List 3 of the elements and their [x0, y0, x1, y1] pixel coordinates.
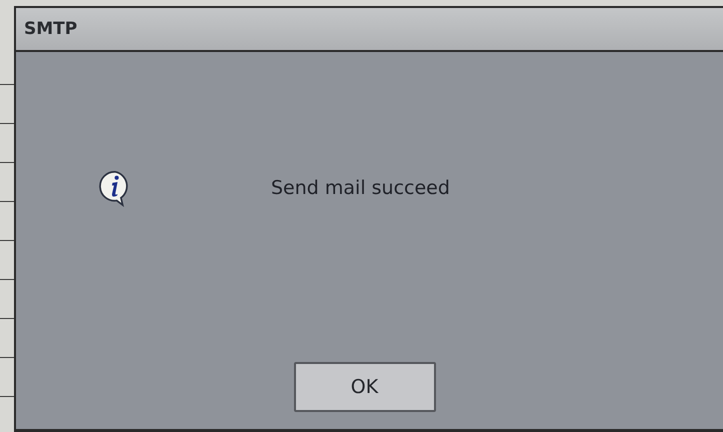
dialog-message: Send mail succeed: [271, 177, 450, 199]
dialog-title: SMTP: [24, 19, 78, 39]
ok-button[interactable]: OK: [294, 362, 436, 412]
